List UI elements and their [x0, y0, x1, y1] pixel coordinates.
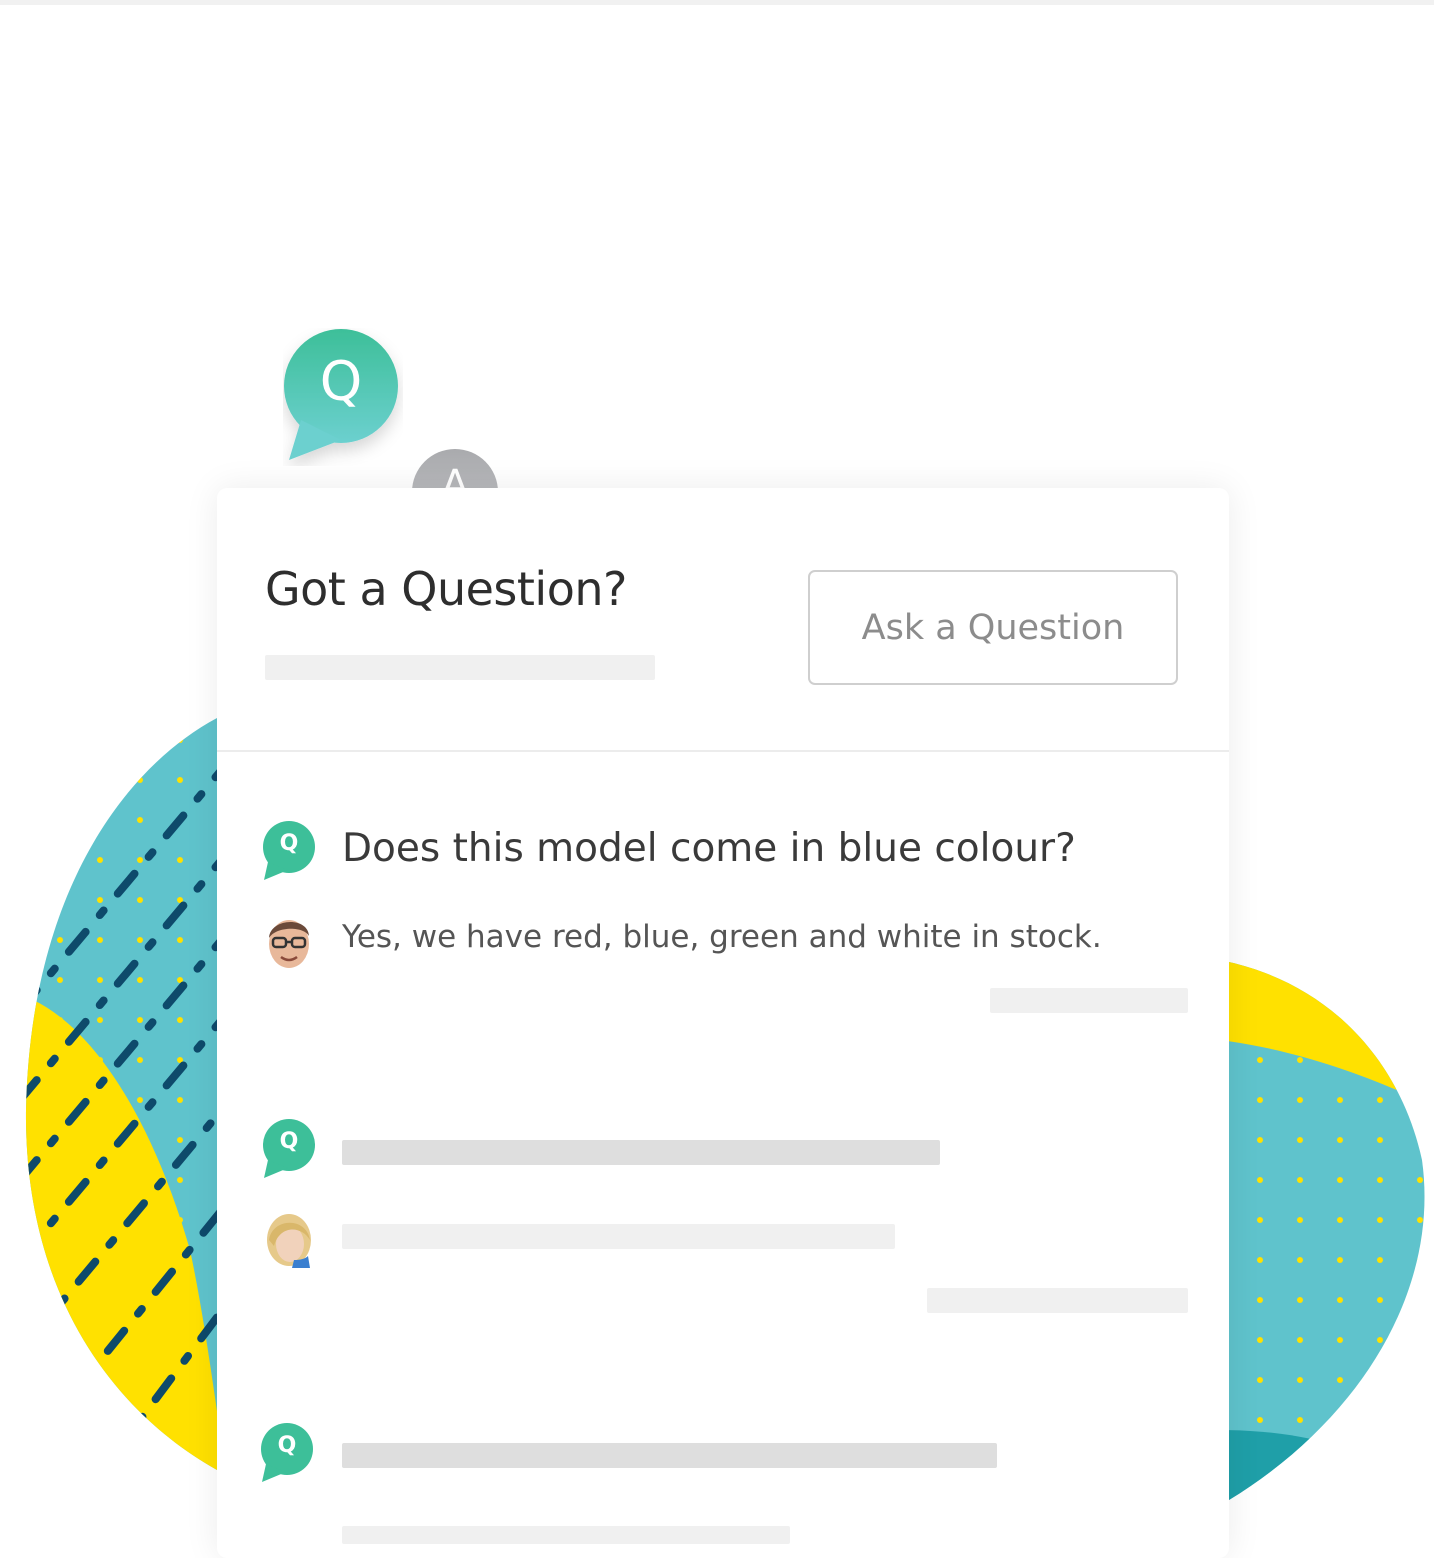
male-avatar [264, 912, 314, 970]
answer-meta-placeholder [990, 988, 1188, 1013]
question-icon-letter: Q [279, 1129, 299, 1154]
question-bubble-icon: Q [283, 328, 403, 466]
question-icon: Q [262, 820, 318, 882]
question-bubble-letter: Q [319, 350, 363, 413]
header-divider [217, 750, 1229, 752]
widget-title: Got a Question? [265, 562, 627, 616]
answer-meta-placeholder [927, 1288, 1188, 1313]
question-placeholder-line [342, 1443, 997, 1468]
question-placeholder-line [342, 1140, 940, 1165]
question-icon: Q [262, 1118, 318, 1180]
question-icon-letter: Q [277, 1433, 297, 1458]
answer-placeholder-line [342, 1526, 790, 1544]
qa-widget-card: Got a Question? Ask a Question Q Does th… [217, 488, 1229, 1558]
question-text[interactable]: Does this model come in blue colour? [342, 826, 1076, 871]
answer-text: Yes, we have red, blue, green and white … [342, 919, 1102, 955]
question-icon: Q [260, 1422, 316, 1484]
ask-question-button[interactable]: Ask a Question [808, 570, 1178, 685]
female-avatar [264, 1210, 314, 1268]
title-placeholder-line [265, 655, 655, 680]
answer-placeholder-line [342, 1224, 895, 1249]
question-icon-letter: Q [279, 831, 299, 856]
